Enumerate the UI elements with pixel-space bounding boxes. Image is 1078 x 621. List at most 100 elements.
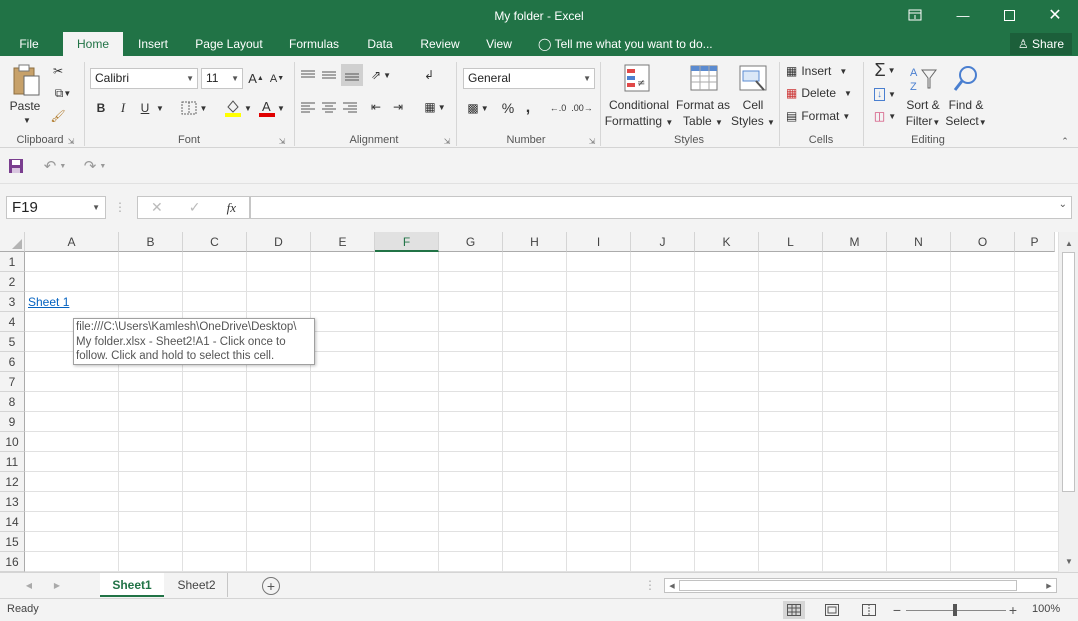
row-header-4[interactable]: 4	[0, 312, 25, 332]
decrease-decimal-icon[interactable]: .00→	[571, 98, 593, 118]
number-dialog-launcher-icon[interactable]: ⇲	[586, 136, 598, 146]
increase-font-size-icon[interactable]: A ▲	[247, 68, 265, 89]
underline-button[interactable]: U	[136, 98, 154, 118]
minimize-button[interactable]: —	[940, 0, 986, 30]
cancel-entry-icon[interactable]: ✕	[151, 199, 163, 216]
column-header-k[interactable]: K	[695, 232, 759, 252]
column-header-f[interactable]: F	[375, 232, 439, 252]
wrap-text-icon[interactable]: ↲	[420, 66, 438, 84]
comma-style-button[interactable]: ,	[520, 98, 536, 118]
row-header-11[interactable]: 11	[0, 452, 25, 472]
page-break-preview-icon[interactable]	[859, 601, 879, 619]
insert-cells-button[interactable]: ▦ Insert ▼	[786, 62, 858, 80]
find-select-button[interactable]: Find & Select▼	[944, 97, 988, 131]
align-right-icon[interactable]	[341, 98, 359, 116]
tab-home[interactable]: Home	[63, 32, 123, 56]
confirm-entry-icon[interactable]: ✓	[189, 199, 201, 216]
row-header-8[interactable]: 8	[0, 392, 25, 412]
row-header-12[interactable]: 12	[0, 472, 25, 492]
top-align-icon[interactable]	[299, 66, 317, 84]
italic-button[interactable]: I	[114, 98, 132, 118]
tab-file[interactable]: File	[10, 32, 48, 56]
tab-page-layout[interactable]: Page Layout	[188, 32, 270, 56]
tab-split-grip-icon[interactable]: ⋮	[644, 578, 656, 592]
align-center-icon[interactable]	[320, 98, 338, 116]
zoom-out-icon[interactable]: −	[890, 601, 904, 619]
share-button[interactable]: ♙ Share	[1009, 33, 1072, 55]
format-painter-icon[interactable]: 🖌	[48, 106, 68, 126]
column-header-j[interactable]: J	[631, 232, 695, 252]
scroll-left-icon[interactable]: ◀	[666, 579, 678, 592]
column-header-g[interactable]: G	[439, 232, 503, 252]
row-header-13[interactable]: 13	[0, 492, 25, 512]
tab-formulas[interactable]: Formulas	[281, 32, 347, 56]
horizontal-scrollbar[interactable]: ◀ ▶	[664, 578, 1057, 593]
tab-data[interactable]: Data	[358, 32, 402, 56]
paste-button[interactable]: Paste	[4, 98, 46, 114]
borders-button[interactable]: ▼	[176, 98, 212, 118]
merge-center-icon[interactable]: ▦ ▼	[420, 98, 450, 116]
increase-indent-icon[interactable]: ⇥	[388, 98, 408, 116]
expand-formula-bar-icon[interactable]: ⌄	[1059, 199, 1067, 210]
maximize-button[interactable]	[986, 0, 1032, 30]
worksheet-grid[interactable]: A B C D E F G H I J K L M N O P 1 2 3 4 5 6 7 8 9 10 11 12 13 14 15 16 S…	[0, 232, 1058, 572]
row-header-6[interactable]: 6	[0, 352, 25, 372]
column-header-d[interactable]: D	[247, 232, 311, 252]
row-header-9[interactable]: 9	[0, 412, 25, 432]
conditional-formatting-button[interactable]: Conditional Formatting ▼	[603, 97, 675, 131]
scroll-down-icon[interactable]: ▼	[1062, 554, 1076, 568]
new-sheet-icon[interactable]: +	[262, 577, 280, 595]
row-header-10[interactable]: 10	[0, 432, 25, 452]
column-header-h[interactable]: H	[503, 232, 567, 252]
paste-dropdown-icon[interactable]: ▼	[20, 114, 34, 126]
orientation-icon[interactable]: ⇗ ▼	[366, 66, 396, 84]
ribbon-display-options-button[interactable]	[892, 0, 938, 30]
sheet-tab-sheet1[interactable]: Sheet1	[100, 573, 164, 597]
redo-button[interactable]: ↷ ▼	[80, 157, 110, 175]
number-format-combo[interactable]: General ▼	[463, 68, 595, 89]
row-header-14[interactable]: 14	[0, 512, 25, 532]
fill-color-button[interactable]: ▼	[220, 96, 256, 120]
bold-button[interactable]: B	[92, 98, 110, 118]
clear-icon[interactable]: ◫ ▼	[869, 106, 901, 126]
autosum-icon[interactable]: Σ ▼	[869, 60, 901, 80]
page-layout-view-icon[interactable]	[822, 601, 842, 619]
next-sheet-icon[interactable]: ▶	[50, 578, 64, 592]
vertical-scroll-thumb[interactable]	[1062, 252, 1075, 492]
hyperlink-cell-a3[interactable]: Sheet 1	[28, 294, 69, 314]
row-header-1[interactable]: 1	[0, 252, 25, 272]
clipboard-dialog-launcher-icon[interactable]: ⇲	[65, 136, 77, 146]
column-header-c[interactable]: C	[183, 232, 247, 252]
scroll-right-icon[interactable]: ▶	[1043, 579, 1055, 592]
column-header-i[interactable]: I	[567, 232, 631, 252]
tab-review[interactable]: Review	[412, 32, 468, 56]
tab-insert[interactable]: Insert	[130, 32, 176, 56]
zoom-level[interactable]: 100%	[1032, 603, 1060, 615]
prev-sheet-icon[interactable]: ◀	[22, 578, 36, 592]
decrease-indent-icon[interactable]: ⇤	[366, 98, 386, 116]
insert-function-icon[interactable]: fx	[227, 200, 236, 216]
font-name-combo[interactable]: Calibri ▼	[90, 68, 198, 89]
name-box[interactable]: F19 ▼	[6, 196, 106, 219]
increase-decimal-icon[interactable]: ←.0	[548, 98, 568, 118]
alignment-dialog-launcher-icon[interactable]: ⇲	[441, 136, 453, 146]
horizontal-scroll-thumb[interactable]	[679, 580, 1017, 591]
format-as-table-icon[interactable]	[688, 62, 720, 96]
cell-styles-button[interactable]: Cell Styles ▼	[728, 97, 778, 131]
save-button[interactable]	[7, 157, 25, 175]
format-as-table-button[interactable]: Format as Table ▼	[672, 97, 734, 131]
align-left-icon[interactable]	[299, 98, 317, 116]
column-header-e[interactable]: E	[311, 232, 375, 252]
normal-view-icon[interactable]	[783, 601, 805, 619]
collapse-ribbon-icon[interactable]: ⌃	[1058, 136, 1072, 146]
row-header-3[interactable]: 3	[0, 292, 25, 312]
delete-cells-button[interactable]: ▦ Delete ▼	[786, 84, 858, 102]
row-header-7[interactable]: 7	[0, 372, 25, 392]
column-header-m[interactable]: M	[823, 232, 887, 252]
cell-styles-icon[interactable]	[737, 62, 769, 96]
row-header-16[interactable]: 16	[0, 552, 25, 572]
percent-style-button[interactable]: %	[498, 98, 518, 118]
zoom-in-icon[interactable]: +	[1006, 601, 1020, 619]
sort-filter-button[interactable]: Sort & Filter▼	[902, 97, 944, 131]
accounting-format-icon[interactable]: ▩ ▼	[463, 98, 493, 118]
